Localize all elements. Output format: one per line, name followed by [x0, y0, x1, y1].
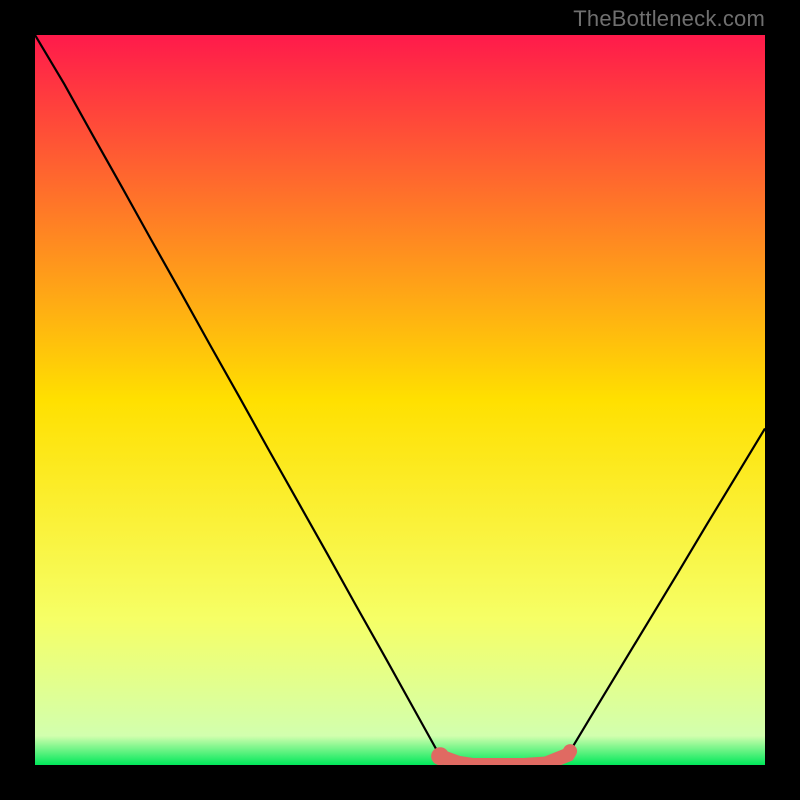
optimal-start-dot [431, 747, 449, 765]
plot-area [35, 35, 765, 765]
attribution-label: TheBottleneck.com [573, 6, 765, 32]
chart-frame: TheBottleneck.com [0, 0, 800, 800]
gradient-background [35, 35, 765, 765]
chart-svg [35, 35, 765, 765]
